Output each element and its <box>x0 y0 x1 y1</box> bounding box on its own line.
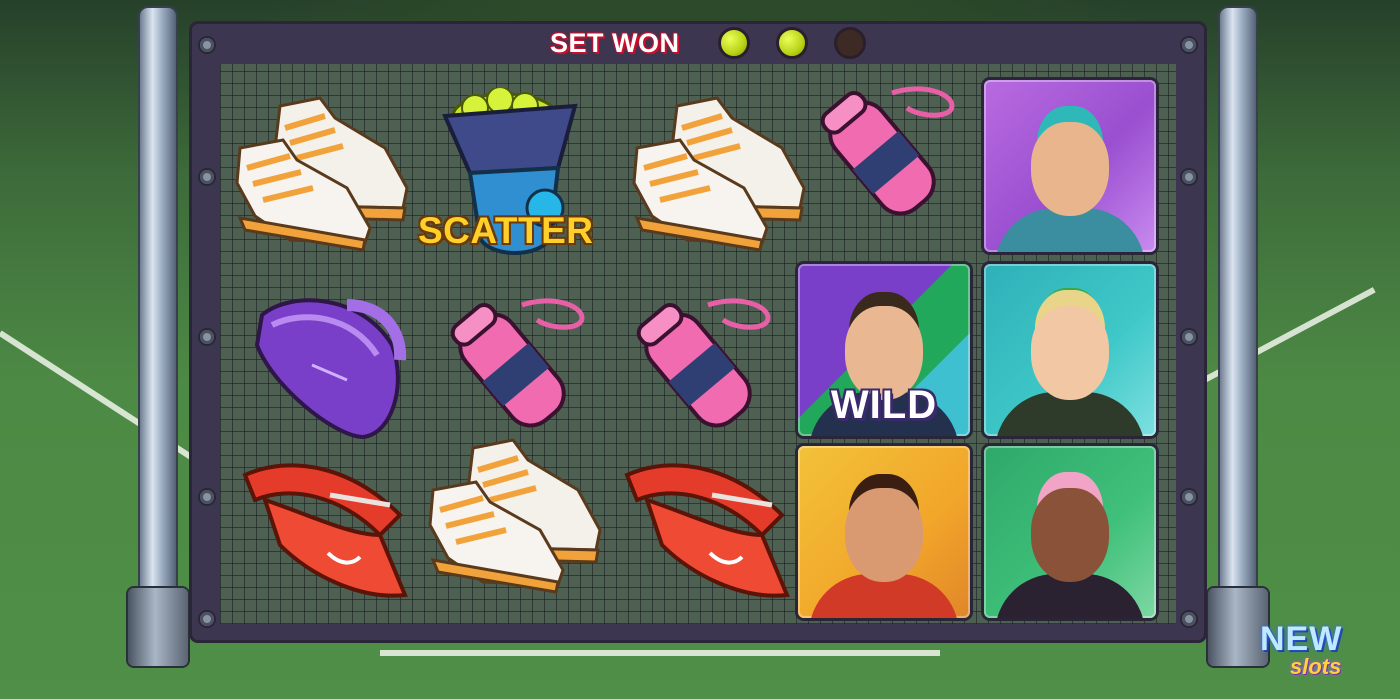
player-pink-cap-symbol <box>984 446 1156 618</box>
grommet-icon <box>200 330 214 344</box>
player-face <box>1031 488 1109 583</box>
player-teal-cap-symbol <box>984 80 1156 252</box>
grommet-icon <box>200 490 214 504</box>
tennis-ball-icon <box>717 27 750 59</box>
player-face <box>1031 122 1109 217</box>
net-post-base-left <box>128 588 188 666</box>
wild-label: WILD <box>830 383 938 427</box>
water-bottle-icon <box>820 86 955 216</box>
set-won-label: SET WON <box>550 27 680 58</box>
court-line-bottom <box>380 650 940 656</box>
sneakers-icon <box>428 438 602 594</box>
water-bottle-icon <box>450 298 585 428</box>
player-face <box>845 488 923 583</box>
net-post-left <box>140 8 176 648</box>
grommet-icon <box>1182 330 1196 344</box>
logo-text-slots: slots <box>1290 654 1342 679</box>
net-post-right <box>1220 8 1256 648</box>
grommet-icon <box>200 38 214 52</box>
new-slots-logo: NEW slots <box>1256 620 1376 684</box>
visor-cap-icon <box>624 463 790 598</box>
sneakers-icon <box>632 96 806 252</box>
visor-cap-icon <box>242 463 408 598</box>
tennis-bag-icon <box>254 298 407 440</box>
sneakers-icon <box>235 96 409 252</box>
grommet-icon <box>200 170 214 184</box>
water-bottle-icon <box>636 298 771 428</box>
scatter-label: SCATTER <box>418 210 594 251</box>
tennis-ball-empty-icon <box>833 27 866 59</box>
wild-commentator-symbol: WILD <box>798 264 970 436</box>
grommet-icon <box>200 612 214 626</box>
grommet-icon <box>1182 170 1196 184</box>
grommet-icon <box>1182 38 1196 52</box>
grommet-icon <box>1182 612 1196 626</box>
player-red-headband-symbol <box>798 446 970 618</box>
grommet-icon <box>1182 490 1196 504</box>
tennis-ball-icon <box>775 27 808 59</box>
player-face <box>1031 306 1109 401</box>
set-won-indicator: SET WON <box>550 27 866 59</box>
player-blonde-visor-symbol <box>984 264 1156 436</box>
